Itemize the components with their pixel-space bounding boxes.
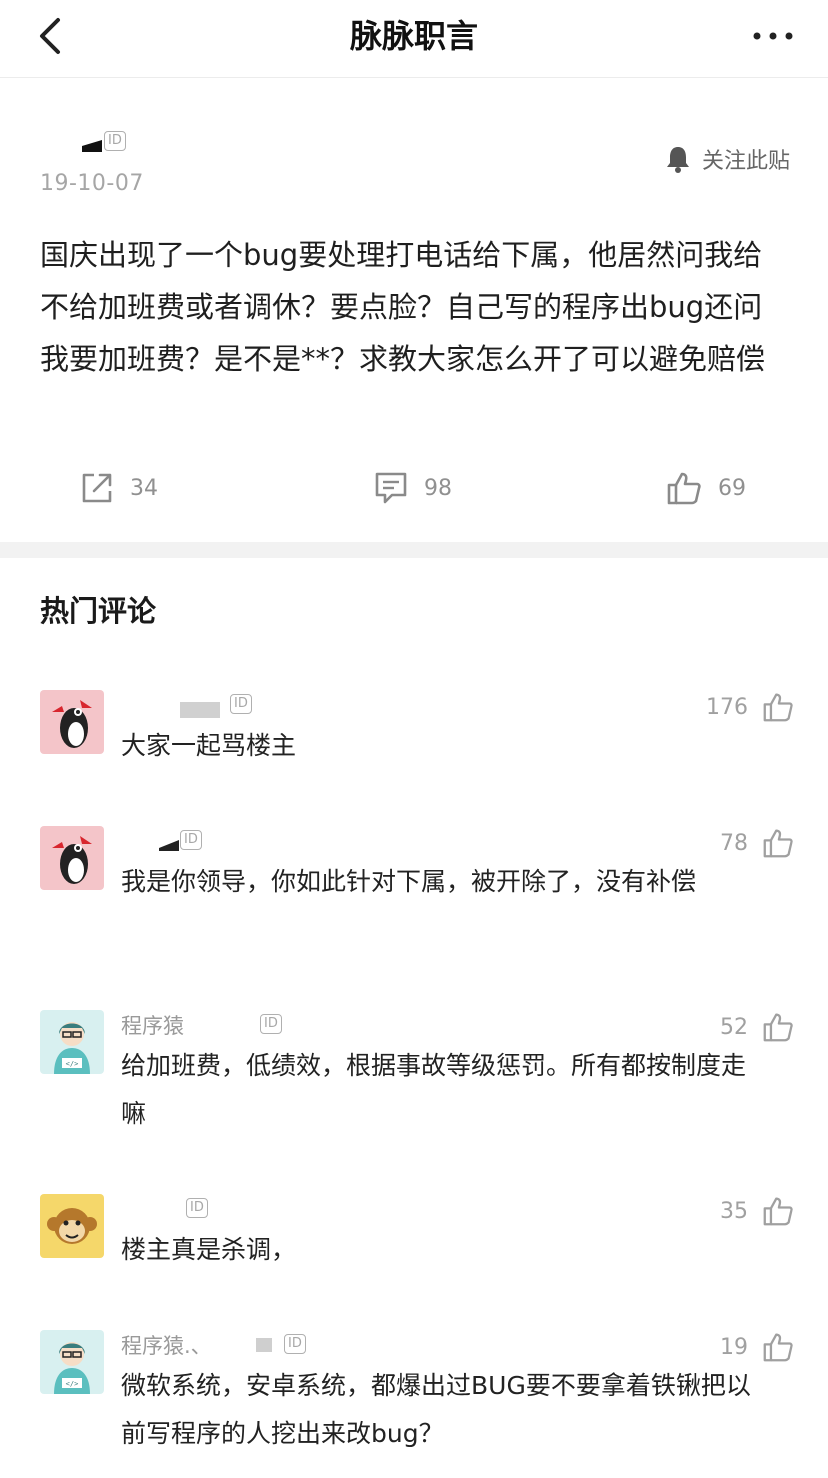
commenter-id-badge: ID xyxy=(260,1014,282,1034)
author-id-badge: ID xyxy=(104,131,126,151)
comment-like-count: 19 xyxy=(720,1334,748,1360)
like-count: 69 xyxy=(718,475,746,501)
like-button[interactable]: 69 xyxy=(666,463,746,513)
nav-bar: 脉脉职言 xyxy=(0,0,828,78)
comment-text: 大家一起骂楼主 xyxy=(121,731,297,760)
comment-like-button[interactable]: 35 xyxy=(720,1196,794,1226)
section-divider xyxy=(0,542,828,558)
comment-like-button[interactable]: 78 xyxy=(720,828,794,858)
hot-comments-title: 热门评论 xyxy=(40,594,157,628)
comment-like-button[interactable]: 19 xyxy=(720,1332,794,1362)
post-actions: 34 98 69 xyxy=(0,463,828,513)
more-dots-icon[interactable] xyxy=(748,16,798,56)
comment-item[interactable]: ID 大家一起骂楼主 176 xyxy=(0,690,828,790)
comment-count: 98 xyxy=(424,475,452,501)
share-count: 34 xyxy=(130,475,158,501)
thumbs-up-icon xyxy=(763,1013,793,1042)
thumbs-up-icon xyxy=(763,829,793,858)
comment-item[interactable]: ID 楼主真是杀调， 35 xyxy=(0,1194,828,1294)
monkey-avatar-icon xyxy=(47,1208,97,1244)
comment-text: 我是你领导，你如此针对下属，被开除了，没有补偿 xyxy=(121,867,697,896)
commenter-id-badge: ID xyxy=(230,694,252,714)
comment-like-count: 176 xyxy=(706,694,748,720)
follow-label: 关注此贴 xyxy=(701,149,790,174)
commenter-id-badge: ID xyxy=(284,1334,306,1354)
comment-icon xyxy=(375,472,407,504)
comment-item[interactable]: </> 程序猿.、 ID 微软系统，安卓系统，都爆出过BUG要不要拿着铁锹把以前… xyxy=(0,1330,828,1470)
bell-icon xyxy=(666,147,689,173)
commenter-name[interactable]: 程序猿.、 xyxy=(121,1330,212,1360)
comment-button[interactable]: 98 xyxy=(374,463,452,513)
commenter-name-redacted xyxy=(180,702,220,718)
woodpecker-avatar-icon xyxy=(52,700,92,748)
comment-like-button[interactable]: 176 xyxy=(706,692,794,722)
comment-text: 楼主真是杀调， xyxy=(121,1235,297,1264)
avatar[interactable] xyxy=(40,1194,104,1258)
post-body[interactable]: 国庆出现了一个bug要处理打电话给下属，他居然问我给不给加班费或者调休？要点脸？… xyxy=(40,229,790,385)
thumbs-up-icon xyxy=(667,472,701,505)
comment-text: 微软系统，安卓系统，都爆出过BUG要不要拿着铁锹把以前写程序的人挖出来改bug？ xyxy=(121,1371,751,1448)
share-icon xyxy=(82,473,112,503)
page-title: 脉脉职言 xyxy=(349,17,478,55)
svg-text:</>: </> xyxy=(66,1060,79,1068)
thumbs-up-icon xyxy=(763,1197,793,1226)
thumbs-up-icon xyxy=(763,693,793,722)
avatar[interactable]: </> xyxy=(40,1330,104,1394)
share-button[interactable]: 34 xyxy=(80,463,158,513)
comment-item[interactable]: </> 程序猿 ID 给加班费，低绩效，根据事故等级惩罚。所有都按制度走嘛 52 xyxy=(0,1010,828,1150)
comment-like-count: 35 xyxy=(720,1198,748,1224)
comment-like-count: 78 xyxy=(720,830,748,856)
avatar[interactable] xyxy=(40,690,104,754)
commenter-id-badge: ID xyxy=(186,1198,208,1218)
comment-text: 给加班费，低绩效，根据事故等级惩罚。所有都按制度走嘛 xyxy=(121,1051,747,1128)
comment-item[interactable]: ID 我是你领导，你如此针对下属，被开除了，没有补偿 78 xyxy=(0,826,828,966)
comment-like-count: 52 xyxy=(720,1014,748,1040)
avatar[interactable]: </> xyxy=(40,1010,104,1074)
comment-like-button[interactable]: 52 xyxy=(720,1012,794,1042)
commenter-name-redacted xyxy=(159,840,179,851)
commenter-id-badge: ID xyxy=(180,830,202,850)
post-date: 19-10-07 xyxy=(40,171,144,196)
post-card: ID 19-10-07 关注此贴 国庆出现了一个bug要处理打电话给下属，他居然… xyxy=(0,79,828,542)
woodpecker-avatar-icon xyxy=(52,836,92,884)
follow-post-button[interactable]: 关注此贴 xyxy=(664,141,790,177)
avatar[interactable] xyxy=(40,826,104,890)
coder-avatar-icon: </> xyxy=(54,1342,90,1394)
coder-avatar-icon: </> xyxy=(54,1022,90,1074)
commenter-name-redacted xyxy=(256,1338,272,1352)
author-name-redacted[interactable] xyxy=(80,134,104,156)
commenter-name[interactable]: 程序猿 xyxy=(121,1010,184,1040)
thumbs-up-icon xyxy=(763,1333,793,1362)
svg-text:</>: </> xyxy=(66,1380,79,1388)
